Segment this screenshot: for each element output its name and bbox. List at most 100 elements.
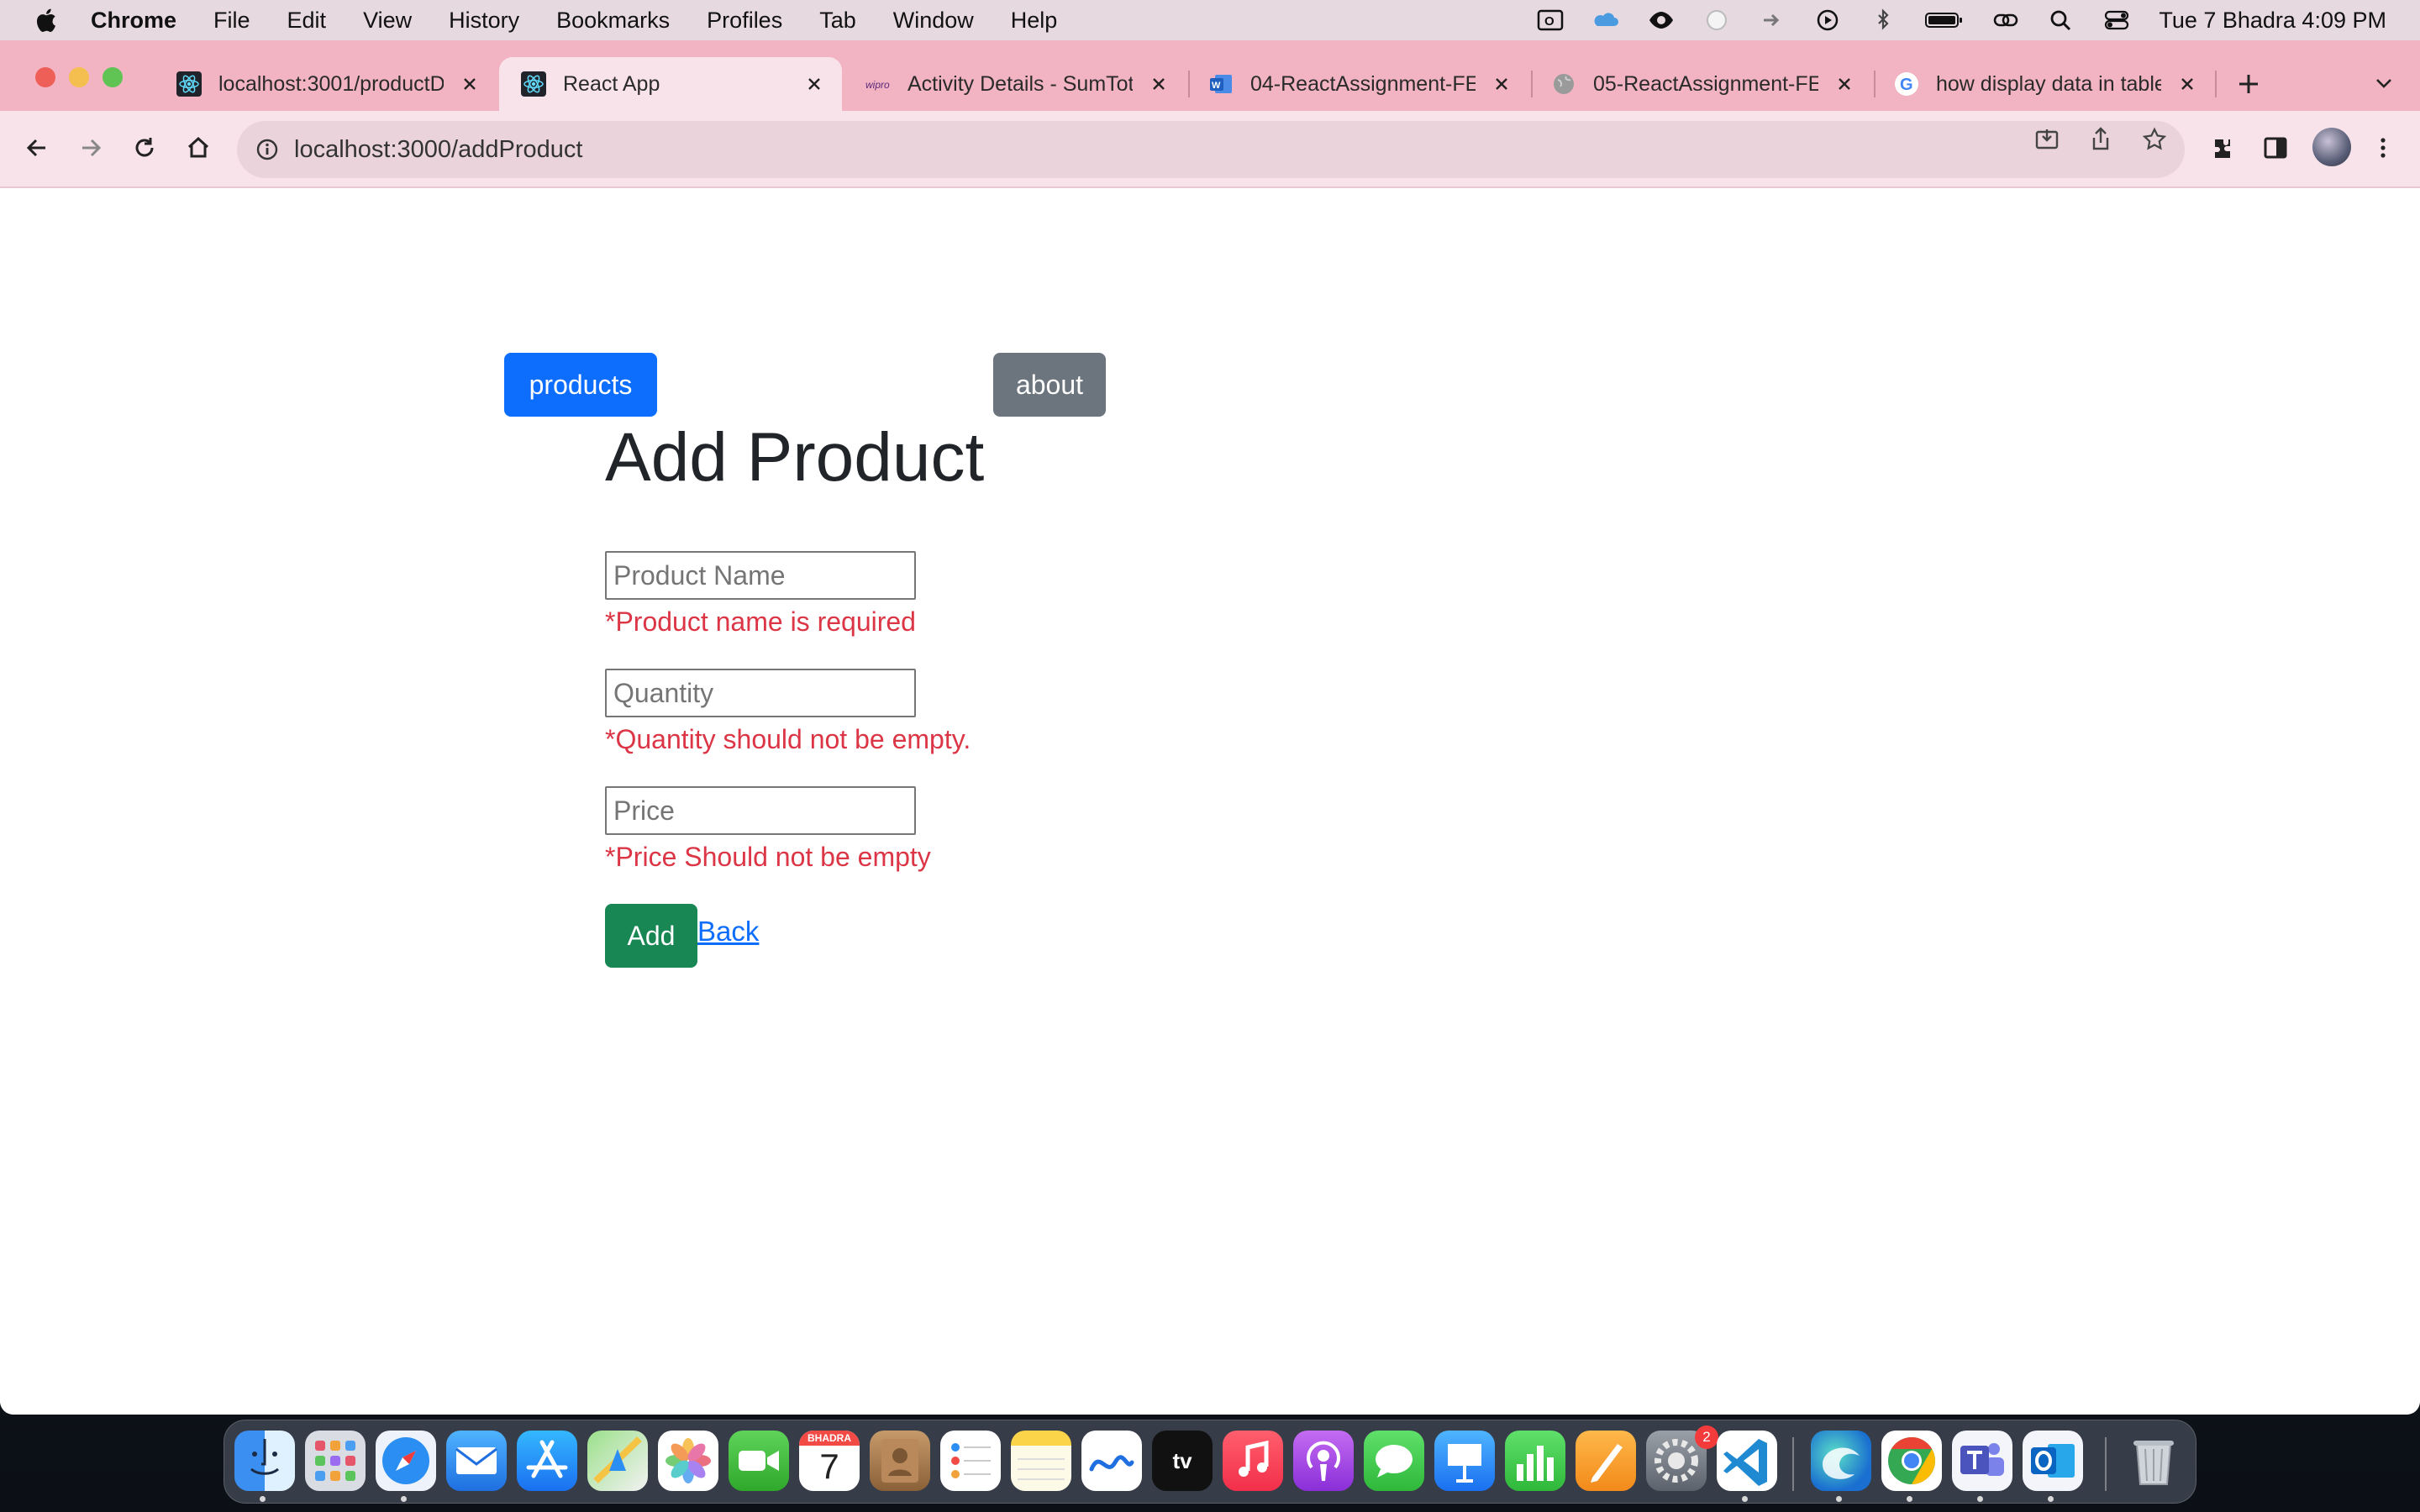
back-link[interactable]: Back	[697, 916, 759, 948]
menu-window[interactable]: Window	[893, 8, 974, 34]
menubar-clock[interactable]: Tue 7 Bhadra 4:09 PM	[2159, 8, 2386, 34]
reload-icon[interactable]	[126, 129, 163, 166]
dock-separator	[1792, 1437, 1794, 1491]
tab-title: localhost:3001/productD	[218, 71, 444, 96]
keynote-icon[interactable]	[1434, 1431, 1495, 1491]
tab-activity-details[interactable]: wipro Activity Details - SumTot	[844, 57, 1186, 111]
freeform-icon[interactable]	[1081, 1431, 1142, 1491]
chrome-icon[interactable]	[1881, 1431, 1942, 1491]
close-window-button[interactable]	[35, 67, 55, 87]
vscode-icon[interactable]	[1717, 1431, 1777, 1491]
about-nav-button[interactable]: about	[993, 353, 1106, 417]
finder-icon[interactable]	[234, 1431, 295, 1491]
outlook-icon[interactable]	[2023, 1431, 2083, 1491]
install-app-icon[interactable]	[2032, 124, 2062, 155]
close-tab-icon[interactable]	[1146, 71, 1171, 97]
onedrive-icon[interactable]	[1591, 8, 1621, 33]
menu-bookmarks[interactable]: Bookmarks	[556, 8, 670, 34]
bluetooth-icon[interactable]	[1868, 8, 1898, 33]
tab-title: 04-ReactAssignment-FE	[1250, 71, 1476, 96]
contacts-icon[interactable]	[870, 1431, 930, 1491]
close-tab-icon[interactable]	[1489, 71, 1514, 97]
safari-icon[interactable]	[376, 1431, 436, 1491]
arrow-status-icon[interactable]	[1757, 8, 1787, 33]
new-tab-icon[interactable]	[2233, 69, 2264, 99]
menu-chrome[interactable]: Chrome	[91, 8, 176, 34]
product-name-input[interactable]	[605, 551, 916, 600]
globe-icon	[1551, 71, 1576, 97]
circle-status-icon[interactable]	[1702, 8, 1732, 33]
products-nav-button[interactable]: products	[504, 353, 657, 417]
vpn-eye-icon[interactable]	[1646, 8, 1676, 33]
quantity-input[interactable]	[605, 669, 916, 717]
react-icon	[521, 71, 546, 97]
tab-google-search[interactable]: G how display data in table	[1872, 57, 2215, 111]
play-icon[interactable]	[1812, 8, 1843, 33]
google-icon: G	[1894, 71, 1919, 97]
menu-profiles[interactable]: Profiles	[707, 8, 782, 34]
pages-icon[interactable]	[1576, 1431, 1636, 1491]
zoom-window-button[interactable]	[103, 67, 123, 87]
running-indicator	[1907, 1496, 1912, 1502]
teams-icon[interactable]	[1952, 1431, 2012, 1491]
side-panel-icon[interactable]	[2257, 129, 2294, 166]
close-tab-icon[interactable]	[1832, 71, 1857, 97]
photos-icon[interactable]	[658, 1431, 718, 1491]
menu-view[interactable]: View	[363, 8, 412, 34]
product-name-error: *Product name is required	[605, 606, 916, 637]
tab-strip: localhost:3001/productD React App wipro …	[0, 40, 2420, 111]
music-icon[interactable]	[1223, 1431, 1283, 1491]
control-center-icon[interactable]	[2102, 8, 2132, 33]
profile-avatar[interactable]	[2312, 128, 2351, 166]
tab-04-react-assignment[interactable]: W 04-ReactAssignment-FE	[1186, 57, 1529, 111]
apple-icon[interactable]	[34, 7, 57, 34]
close-tab-icon[interactable]	[457, 71, 482, 97]
edge-icon[interactable]	[1811, 1431, 1871, 1491]
bookmark-star-icon[interactable]	[2139, 124, 2170, 155]
tab-separator	[2215, 71, 2217, 97]
site-info-icon[interactable]	[254, 136, 281, 163]
home-icon[interactable]	[180, 129, 217, 166]
search-icon[interactable]	[2046, 8, 2076, 33]
menu-help[interactable]: Help	[1011, 8, 1058, 34]
app-store-icon[interactable]	[517, 1431, 577, 1491]
menu-tab[interactable]: Tab	[819, 8, 856, 34]
numbers-icon[interactable]	[1505, 1431, 1565, 1491]
forward-arrow-icon[interactable]	[72, 129, 109, 166]
back-arrow-icon[interactable]	[18, 129, 55, 166]
tab-react-app[interactable]: React App	[499, 57, 842, 111]
close-tab-icon[interactable]	[2175, 71, 2200, 97]
add-button[interactable]: Add	[605, 904, 697, 968]
link-icon[interactable]	[1991, 8, 2021, 33]
outlook-status-icon[interactable]: O	[1535, 8, 1565, 33]
address-bar[interactable]: localhost:3000/addProduct	[237, 121, 2185, 178]
tab-05-react-assignment[interactable]: 05-ReactAssignment-FE	[1529, 57, 1872, 111]
messages-icon[interactable]	[1364, 1431, 1424, 1491]
chevron-down-icon[interactable]	[2371, 71, 2396, 96]
podcasts-icon[interactable]	[1293, 1431, 1354, 1491]
launchpad-icon[interactable]	[305, 1431, 366, 1491]
reminders-icon[interactable]	[940, 1431, 1001, 1491]
tab-productd[interactable]: localhost:3001/productD	[155, 57, 497, 111]
price-input[interactable]	[605, 786, 916, 835]
menu-bar: Chrome File Edit View History Bookmarks …	[0, 0, 2420, 40]
notes-icon[interactable]	[1011, 1431, 1071, 1491]
calendar-icon[interactable]: BHADRA 7	[799, 1431, 860, 1491]
trash-icon[interactable]	[2123, 1431, 2184, 1491]
minimize-window-button[interactable]	[69, 67, 89, 87]
menu-history[interactable]: History	[449, 8, 519, 34]
maps-icon[interactable]	[587, 1431, 648, 1491]
tab-title: Activity Details - SumTot	[908, 71, 1133, 96]
menu-edit[interactable]: Edit	[287, 8, 327, 34]
menu-file[interactable]: File	[213, 8, 250, 34]
apple-tv-icon[interactable]: tv	[1152, 1431, 1213, 1491]
kebab-menu-icon[interactable]	[2365, 129, 2402, 166]
word-icon: W	[1208, 71, 1234, 97]
facetime-icon[interactable]	[729, 1431, 789, 1491]
extensions-icon[interactable]	[2203, 129, 2240, 166]
close-tab-icon[interactable]	[802, 71, 827, 97]
share-icon[interactable]	[2086, 124, 2116, 155]
mail-icon[interactable]	[446, 1431, 507, 1491]
battery-icon[interactable]	[1923, 8, 1965, 33]
url-text[interactable]: localhost:3000/addProduct	[294, 136, 582, 164]
